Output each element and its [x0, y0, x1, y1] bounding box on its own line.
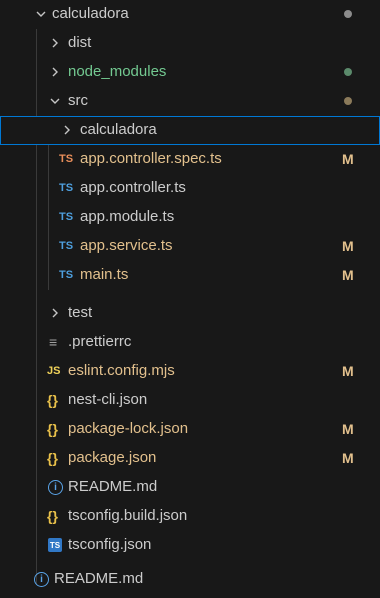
tree-item-label: node_modules: [68, 63, 167, 80]
chevron-right-icon: [48, 32, 62, 54]
typescript-icon: TS: [59, 211, 74, 223]
tree-item-readme-root[interactable]: i README.md: [0, 566, 380, 595]
tree-item-test[interactable]: test: [0, 299, 380, 328]
tree-item-label: app.controller.spec.ts: [80, 150, 222, 167]
chevron-right-icon: [60, 119, 74, 141]
typescript-icon: TS: [59, 153, 74, 165]
tree-item-label: README.md: [54, 570, 144, 587]
typescript-icon: TS: [59, 240, 74, 252]
explorer-tree: calculadora dist node_modules src calcul…: [0, 0, 380, 598]
tree-item-app-service[interactable]: TS app.service.ts M: [0, 232, 380, 261]
json-icon: {}: [47, 421, 58, 437]
tree-item-app-module[interactable]: TS app.module.ts: [0, 203, 380, 232]
info-icon: i: [34, 572, 49, 587]
tree-item-label: tsconfig.json: [68, 536, 152, 553]
json-icon: {}: [47, 392, 58, 408]
json-icon: {}: [47, 508, 58, 524]
tree-item-calculadora-src[interactable]: calculadora: [0, 116, 380, 145]
tree-item-src[interactable]: src: [0, 87, 380, 116]
modified-badge: M: [342, 363, 354, 379]
tree-item-label: package-lock.json: [68, 420, 189, 437]
tree-item-label: package.json: [68, 449, 157, 466]
json-icon: {}: [47, 450, 58, 466]
typescript-icon: TS: [59, 182, 74, 194]
status-dot: [344, 97, 352, 105]
tree-item-nest-cli[interactable]: {} nest-cli.json: [0, 386, 380, 415]
tree-item-package-json[interactable]: {} package.json M: [0, 444, 380, 473]
chevron-down-icon: [48, 90, 62, 112]
javascript-icon: JS: [47, 365, 61, 377]
tree-item-label: app.service.ts: [80, 237, 173, 254]
tree-item-dist[interactable]: dist: [0, 29, 380, 58]
chevron-right-icon: [48, 61, 62, 83]
tree-item-label: calculadora: [52, 5, 129, 22]
tree-item-label: calculadora: [80, 121, 157, 138]
tree-item-main[interactable]: TS main.ts M: [0, 261, 380, 290]
modified-badge: M: [342, 421, 354, 437]
tree-item-label: src: [68, 92, 88, 109]
tree-item-prettierrc[interactable]: ≡ .prettierrc: [0, 328, 380, 357]
tree-item-label: eslint.config.mjs: [68, 362, 175, 379]
status-dot: [344, 68, 352, 76]
tree-item-label: test: [68, 304, 93, 321]
tree-item-package-lock[interactable]: {} package-lock.json M: [0, 415, 380, 444]
tree-item-calculadora-root[interactable]: calculadora: [0, 0, 380, 29]
tree-item-readme-inner[interactable]: i README.md: [0, 473, 380, 502]
info-icon: i: [48, 480, 63, 495]
tree-item-label: tsconfig.build.json: [68, 507, 188, 524]
tree-item-tsconfig[interactable]: TS tsconfig.json: [0, 531, 380, 560]
tsconfig-icon: TS: [48, 538, 62, 552]
modified-badge: M: [342, 238, 354, 254]
tree-item-label: main.ts: [80, 266, 129, 283]
tree-item-eslint-config[interactable]: JS eslint.config.mjs M: [0, 357, 380, 386]
tree-item-node-modules[interactable]: node_modules: [0, 58, 380, 87]
tree-item-label: README.md: [68, 478, 158, 495]
tree-item-label: nest-cli.json: [68, 391, 148, 408]
tree-item-app-controller[interactable]: TS app.controller.ts: [0, 174, 380, 203]
tree-item-label: dist: [68, 34, 92, 51]
tree-item-tsconfig-build[interactable]: {} tsconfig.build.json: [0, 502, 380, 531]
tree-item-label: app.module.ts: [80, 208, 175, 225]
modified-badge: M: [342, 151, 354, 167]
tree-item-app-controller-spec[interactable]: TS app.controller.spec.ts M: [0, 145, 380, 174]
settings-lines-icon: ≡: [49, 334, 58, 350]
typescript-icon: TS: [59, 269, 74, 281]
modified-badge: M: [342, 267, 354, 283]
chevron-down-icon: [34, 3, 48, 25]
tree-item-label: .prettierrc: [68, 333, 132, 350]
chevron-right-icon: [48, 302, 62, 324]
modified-badge: M: [342, 450, 354, 466]
status-dot: [344, 10, 352, 18]
tree-item-label: app.controller.ts: [80, 179, 186, 196]
